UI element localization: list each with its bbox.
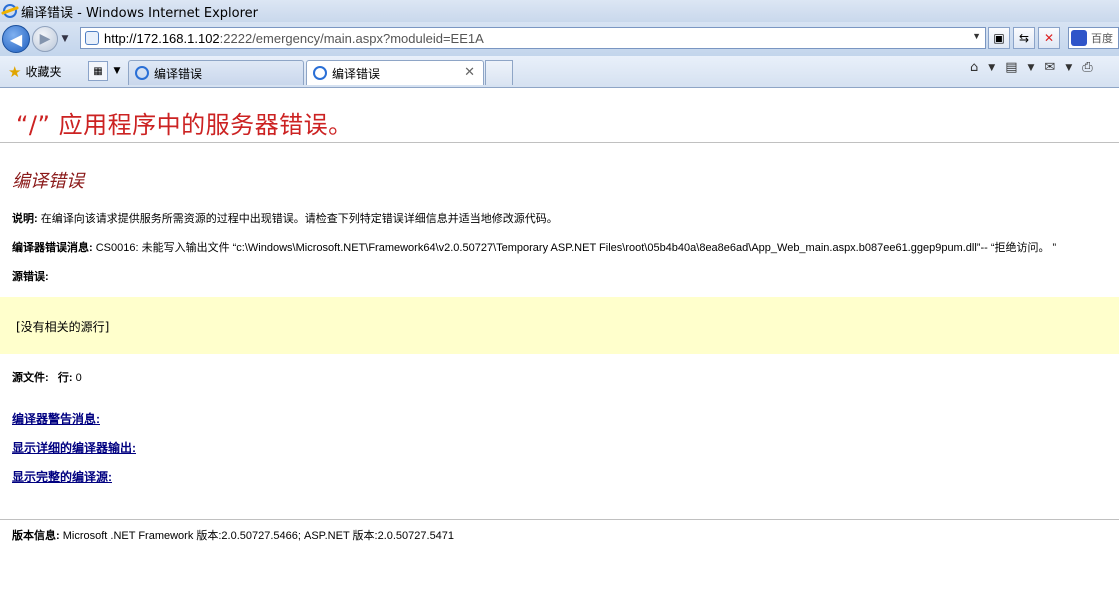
ie-logo-icon — [3, 4, 17, 18]
window-title: 编译错误 - Windows Internet Explorer — [21, 5, 258, 21]
url-path: :2222/emergency/main.aspx?moduleid=EE1A — [219, 30, 484, 46]
compiler-error-label: 编译器错误消息: — [12, 242, 93, 254]
favorites-star-icon: ★ — [8, 62, 22, 81]
source-error-line: 源错误: — [12, 268, 49, 284]
description-text: 在编译向该请求提供服务所需资源的过程中出现错误。请检查下列特定错误详细信息并适当… — [37, 213, 558, 225]
search-provider-label: 百度 — [1091, 32, 1113, 45]
navigation-bar: ◀ ▶ ▼ http://172.168.1.102:2222/emergenc… — [0, 22, 1119, 56]
version-text: Microsoft .NET Framework 版本:2.0.50727.54… — [59, 530, 455, 542]
tab-label: 编译错误 — [332, 66, 381, 81]
tab-ie-icon — [313, 66, 327, 80]
error-title: 编译错误 — [12, 171, 84, 192]
close-tab-icon[interactable]: ✕ — [464, 65, 475, 80]
refresh-button[interactable]: ⇆ — [1013, 27, 1035, 49]
compatibility-view-button[interactable]: ▣ — [988, 27, 1010, 49]
favorites-button[interactable]: ★ 收藏夹 — [8, 63, 61, 81]
compiler-warnings-link[interactable]: 编译器警告消息: — [12, 410, 100, 427]
mail-icon[interactable]: ✉ — [1044, 60, 1055, 75]
mail-dropdown-icon[interactable]: ▼ — [1065, 63, 1072, 73]
line-value: 0 — [75, 372, 82, 384]
home-dropdown-icon[interactable]: ▼ — [988, 63, 995, 73]
full-compilation-source-link[interactable]: 显示完整的编译源: — [12, 468, 112, 485]
source-error-label: 源错误: — [12, 271, 49, 283]
back-arrow-icon: ◀ — [9, 29, 23, 49]
address-bar[interactable]: http://172.168.1.102:2222/emergency/main… — [80, 27, 986, 49]
stop-button[interactable]: ✕ — [1038, 27, 1060, 49]
line-label: 行: — [57, 372, 73, 384]
baidu-icon — [1071, 30, 1087, 46]
rss-dropdown-icon[interactable]: ▼ — [1027, 63, 1034, 73]
window-titlebar: 编译错误 - Windows Internet Explorer — [0, 0, 1119, 22]
back-button[interactable]: ◀ — [2, 25, 30, 53]
source-file-line: 源文件: 行: 0 — [12, 369, 82, 385]
divider — [0, 142, 1119, 143]
version-label: 版本信息: — [12, 530, 60, 542]
new-tab-button[interactable] — [485, 60, 513, 85]
tab-list-dropdown[interactable]: ▼ — [110, 61, 124, 81]
description-line: 说明: 在编译向该请求提供服务所需资源的过程中出现错误。请检查下列特定错误详细信… — [12, 210, 558, 226]
quick-tabs-button[interactable]: ▦ — [88, 61, 108, 81]
source-box-text: [没有相关的源行] — [16, 320, 110, 334]
compiler-error-text: CS0016: 未能写入输出文件 “c:\Windows\Microsoft.N… — [92, 242, 1057, 254]
address-dropdown-icon[interactable]: ▼ — [972, 31, 981, 41]
tab-1[interactable]: 编译错误 — [128, 60, 304, 85]
quick-tabs-icon: ▦ — [93, 65, 103, 77]
page-title: “/” 应用程序中的服务器错误。 — [16, 111, 353, 139]
page-icon — [85, 31, 99, 45]
stop-icon: ✕ — [1043, 31, 1055, 45]
favorites-label: 收藏夹 — [25, 65, 62, 79]
page-content: “/” 应用程序中的服务器错误。 编译错误 说明: 在编译向该请求提供服务所需资… — [0, 89, 1119, 614]
source-box: [没有相关的源行] — [0, 297, 1119, 354]
detailed-compiler-output-link[interactable]: 显示详细的编译器输出: — [12, 439, 136, 456]
home-icon[interactable]: ⌂ — [970, 60, 978, 75]
tab-2-active[interactable]: 编译错误 ✕ — [306, 60, 484, 85]
compatibility-icon: ▣ — [993, 31, 1005, 45]
version-info-line: 版本信息: Microsoft .NET Framework 版本:2.0.50… — [12, 527, 454, 543]
description-label: 说明: — [12, 213, 38, 225]
refresh-icon: ⇆ — [1018, 31, 1030, 45]
print-icon[interactable]: ⎙ — [1082, 60, 1092, 75]
compiler-error-line: 编译器错误消息: CS0016: 未能写入输出文件 “c:\Windows\Mi… — [12, 239, 1056, 255]
tab-ie-icon — [135, 66, 149, 80]
divider — [0, 519, 1119, 520]
url-host: http://172.168.1.102 — [104, 30, 220, 46]
source-file-label: 源文件: — [12, 372, 49, 384]
search-box[interactable]: 百度 — [1068, 27, 1119, 49]
forward-button[interactable]: ▶ — [32, 26, 58, 52]
history-dropdown-button[interactable]: ▼ — [58, 34, 72, 44]
forward-arrow-icon: ▶ — [39, 31, 51, 47]
tab-label: 编译错误 — [154, 66, 203, 81]
tab-bar: ★ 收藏夹 ▦ ▼ 编译错误 编译错误 ✕ ⌂ ▼ ▤ ▼ ✉ ▼ ⎙ — [0, 56, 1119, 88]
rss-feed-icon[interactable]: ▤ — [1005, 60, 1017, 75]
